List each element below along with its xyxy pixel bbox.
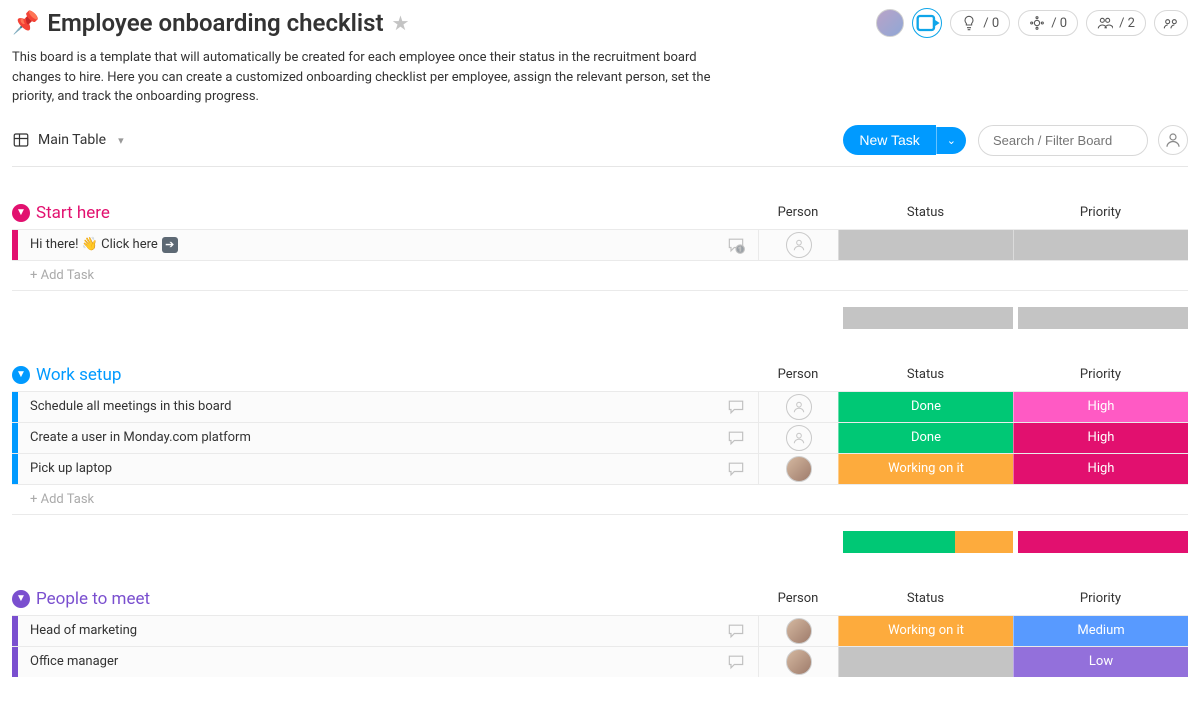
chat-icon[interactable]	[726, 397, 746, 417]
more-badge[interactable]	[1154, 10, 1188, 36]
group-title[interactable]: Start here	[36, 203, 110, 223]
new-task-button[interactable]: New Task	[843, 125, 935, 155]
priority-cell[interactable]: Medium	[1013, 616, 1188, 646]
chat-icon[interactable]	[726, 459, 746, 479]
column-header-person[interactable]: Person	[758, 591, 838, 606]
pin-icon: 📌	[12, 11, 39, 36]
summary-bar	[843, 307, 1013, 329]
new-task-dropdown[interactable]: ⌄	[936, 127, 966, 154]
column-header-status[interactable]: Status	[838, 591, 1013, 606]
task-title[interactable]: Schedule all meetings in this board	[18, 392, 713, 422]
members-badge[interactable]: / 2	[1086, 10, 1146, 36]
members-count: / 2	[1119, 16, 1135, 31]
summary-bar	[1018, 531, 1188, 553]
task-row[interactable]: Head of marketing Working on itMedium	[12, 615, 1188, 646]
group-start: ▼ Start here PersonStatusPriority Hi there!…	[12, 197, 1188, 329]
chat-icon[interactable]	[726, 621, 746, 641]
add-task-row[interactable]: + Add Task	[12, 484, 1188, 515]
column-header-priority[interactable]: Priority	[1013, 367, 1188, 382]
group-summary	[12, 307, 1188, 329]
task-title[interactable]: Office manager	[18, 647, 713, 677]
person-placeholder-icon[interactable]	[786, 394, 812, 420]
priority-cell[interactable]: Low	[1013, 647, 1188, 677]
arrow-icon: ➔	[162, 237, 178, 253]
task-row[interactable]: Office manager Low	[12, 646, 1188, 677]
view-label: Main Table	[38, 132, 106, 148]
task-title[interactable]: Create a user in Monday.com platform	[18, 423, 713, 453]
add-task-label: + Add Task	[18, 492, 1188, 507]
summary-bar	[843, 531, 1013, 553]
task-row[interactable]: Create a user in Monday.com platform Done…	[12, 422, 1188, 453]
priority-cell[interactable]	[1013, 230, 1188, 260]
person-filter-icon[interactable]	[1158, 125, 1188, 155]
status-cell[interactable]: Working on it	[838, 616, 1013, 646]
task-row[interactable]: Schedule all meetings in this board DoneH…	[12, 391, 1188, 422]
assignee-avatar[interactable]	[786, 649, 812, 675]
status-cell[interactable]: Working on it	[838, 454, 1013, 484]
search-input[interactable]	[978, 125, 1148, 156]
svg-text:1: 1	[738, 246, 741, 252]
group-collapse-toggle[interactable]: ▼	[12, 590, 30, 608]
status-cell[interactable]	[838, 230, 1013, 260]
person-cell[interactable]	[758, 423, 838, 453]
group-summary	[12, 531, 1188, 553]
board-description: This board is a template that will autom…	[12, 48, 712, 107]
group-work: ▼ Work setup PersonStatusPriority Schedule …	[12, 359, 1188, 553]
table-icon	[12, 131, 30, 149]
column-header-person[interactable]: Person	[758, 205, 838, 220]
task-row[interactable]: Pick up laptop Working on itHigh	[12, 453, 1188, 484]
add-task-label: + Add Task	[18, 268, 1188, 283]
owner-avatar[interactable]	[876, 9, 904, 37]
chat-icon[interactable]	[726, 428, 746, 448]
task-row[interactable]: Hi there! 👋 Click here ➔ 1	[12, 229, 1188, 260]
assignee-avatar[interactable]	[786, 618, 812, 644]
group-collapse-toggle[interactable]: ▼	[12, 366, 30, 384]
task-title[interactable]: Pick up laptop	[18, 454, 713, 484]
column-header-priority[interactable]: Priority	[1013, 205, 1188, 220]
view-selector[interactable]: Main Table ▾	[12, 131, 124, 149]
group-title[interactable]: Work setup	[36, 365, 121, 385]
integrations-badge[interactable]: / 0	[1018, 10, 1078, 36]
star-icon[interactable]: ★	[392, 11, 410, 35]
integrations-count: / 0	[1051, 16, 1067, 31]
board-activity-icon[interactable]	[912, 8, 942, 38]
priority-cell[interactable]: High	[1013, 423, 1188, 453]
add-task-row[interactable]: + Add Task	[12, 260, 1188, 291]
person-cell[interactable]	[758, 454, 838, 484]
person-cell[interactable]	[758, 230, 838, 260]
chevron-down-icon: ▾	[118, 134, 124, 147]
group-collapse-toggle[interactable]: ▼	[12, 204, 30, 222]
chat-icon[interactable]: 1	[726, 235, 746, 255]
status-cell[interactable]: Done	[838, 423, 1013, 453]
automations-count: / 0	[983, 16, 999, 31]
person-placeholder-icon[interactable]	[786, 425, 812, 451]
person-cell[interactable]	[758, 647, 838, 677]
status-cell[interactable]	[838, 647, 1013, 677]
group-people: ▼ People to meet PersonStatusPriority Head …	[12, 583, 1188, 677]
person-cell[interactable]	[758, 392, 838, 422]
task-title[interactable]: Hi there! 👋 Click here ➔	[18, 230, 713, 260]
task-title[interactable]: Head of marketing	[18, 616, 713, 646]
assignee-avatar[interactable]	[786, 456, 812, 482]
automations-badge[interactable]: / 0	[950, 10, 1010, 36]
priority-cell[interactable]: High	[1013, 454, 1188, 484]
column-header-priority[interactable]: Priority	[1013, 591, 1188, 606]
board-title: Employee onboarding checklist	[47, 9, 383, 37]
summary-bar	[1018, 307, 1188, 329]
priority-cell[interactable]: High	[1013, 392, 1188, 422]
column-header-status[interactable]: Status	[838, 205, 1013, 220]
person-placeholder-icon[interactable]	[786, 232, 812, 258]
column-header-person[interactable]: Person	[758, 367, 838, 382]
person-cell[interactable]	[758, 616, 838, 646]
group-title[interactable]: People to meet	[36, 589, 150, 609]
status-cell[interactable]: Done	[838, 392, 1013, 422]
column-header-status[interactable]: Status	[838, 367, 1013, 382]
